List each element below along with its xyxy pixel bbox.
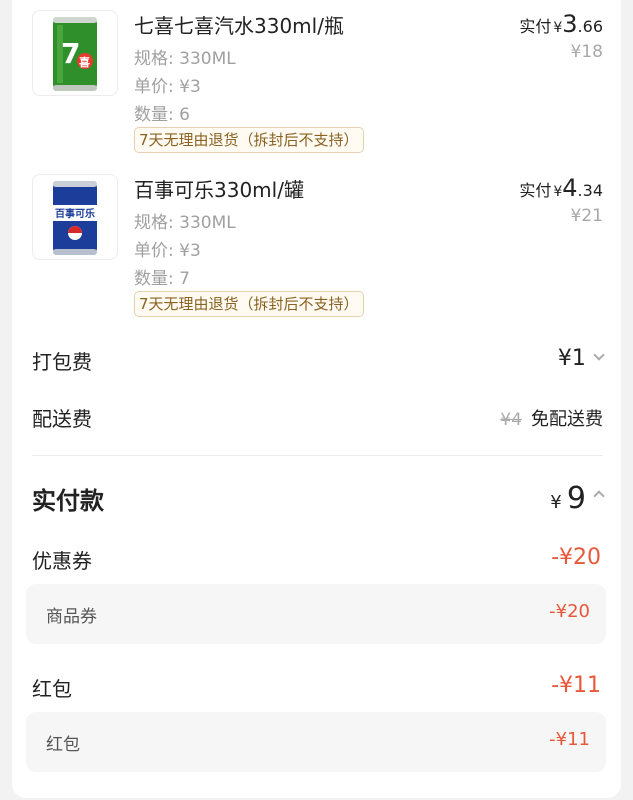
product-unit-price: 单价: ¥3: [134, 77, 201, 97]
return-policy-tag: 7天无理由退货（拆封后不支持）: [134, 291, 364, 317]
redpacket-row: 红包 -¥11: [32, 673, 603, 703]
redpacket-label: 红包: [32, 677, 72, 701]
product-original-price: ¥21: [570, 206, 603, 226]
total-value-group: ¥ 9: [550, 481, 605, 516]
divider: [32, 455, 603, 456]
product-thumbnail[interactable]: 百事可乐: [32, 174, 118, 260]
pepsi-can-icon: 百事可乐: [53, 181, 97, 255]
chevron-down-icon[interactable]: [593, 349, 605, 361]
product-original-price: ¥18: [570, 42, 603, 62]
packing-fee-row[interactable]: 打包费 ¥1: [32, 346, 605, 376]
product-quantity: 数量: 6: [134, 105, 190, 125]
total-row[interactable]: 实付款 ¥ 9: [32, 481, 605, 521]
product-paid-amount: 实付 ¥3.66: [519, 10, 603, 38]
packing-fee-label: 打包费: [32, 350, 92, 374]
product-name[interactable]: 百事可乐330ml/罐: [134, 174, 304, 203]
product-spec: 规格: 330ML: [134, 213, 236, 233]
redpacket-value: -¥11: [551, 673, 601, 698]
coupon-value: -¥20: [551, 545, 601, 570]
product-item[interactable]: 百事可乐 百事可乐330ml/罐 规格: 330ML 单价: ¥3 数量: 7 …: [32, 174, 607, 319]
delivery-fee-free: 免配送费: [531, 409, 603, 430]
delivery-fee-row: 配送费 ¥4 免配送费: [32, 403, 603, 433]
total-value: 9: [566, 481, 586, 516]
product-quantity: 数量: 7: [134, 269, 190, 289]
product-name[interactable]: 七喜七喜汽水330ml/瓶: [134, 10, 344, 39]
coupon-detail-label: 商品券: [46, 607, 97, 627]
coupon-detail-value: -¥20: [549, 601, 590, 622]
total-label: 实付款: [32, 487, 104, 515]
product-spec: 规格: 330ML: [134, 49, 236, 69]
product-item[interactable]: 7 喜 七喜七喜汽水330ml/瓶 规格: 330ML 单价: ¥3 数量: 6…: [32, 10, 607, 155]
svg-text:7: 7: [61, 37, 80, 70]
7up-can-icon: 7 喜: [53, 17, 97, 91]
total-currency: ¥: [550, 492, 562, 513]
packing-fee-value: ¥1: [557, 346, 586, 371]
coupon-label: 优惠券: [32, 549, 92, 573]
redpacket-detail-label: 红包: [46, 735, 80, 755]
delivery-fee-original: ¥4: [500, 410, 522, 430]
redpacket-detail-value: -¥11: [549, 729, 590, 750]
coupon-detail-box: 商品券 -¥20: [26, 584, 606, 644]
redpacket-detail-box: 红包 -¥11: [26, 712, 606, 772]
svg-text:百事可乐: 百事可乐: [55, 207, 95, 220]
product-paid-amount: 实付 ¥4.34: [519, 174, 603, 202]
delivery-fee-value-group: ¥4 免配送费: [500, 405, 603, 431]
chevron-up-icon[interactable]: [593, 490, 605, 502]
svg-text:喜: 喜: [79, 55, 90, 69]
packing-fee-value-group: ¥1: [557, 346, 605, 371]
coupon-row: 优惠券 -¥20: [32, 545, 603, 575]
return-policy-tag: 7天无理由退货（拆封后不支持）: [134, 127, 364, 153]
delivery-fee-label: 配送费: [32, 407, 92, 431]
product-thumbnail[interactable]: 7 喜: [32, 10, 118, 96]
product-unit-price: 单价: ¥3: [134, 241, 201, 261]
